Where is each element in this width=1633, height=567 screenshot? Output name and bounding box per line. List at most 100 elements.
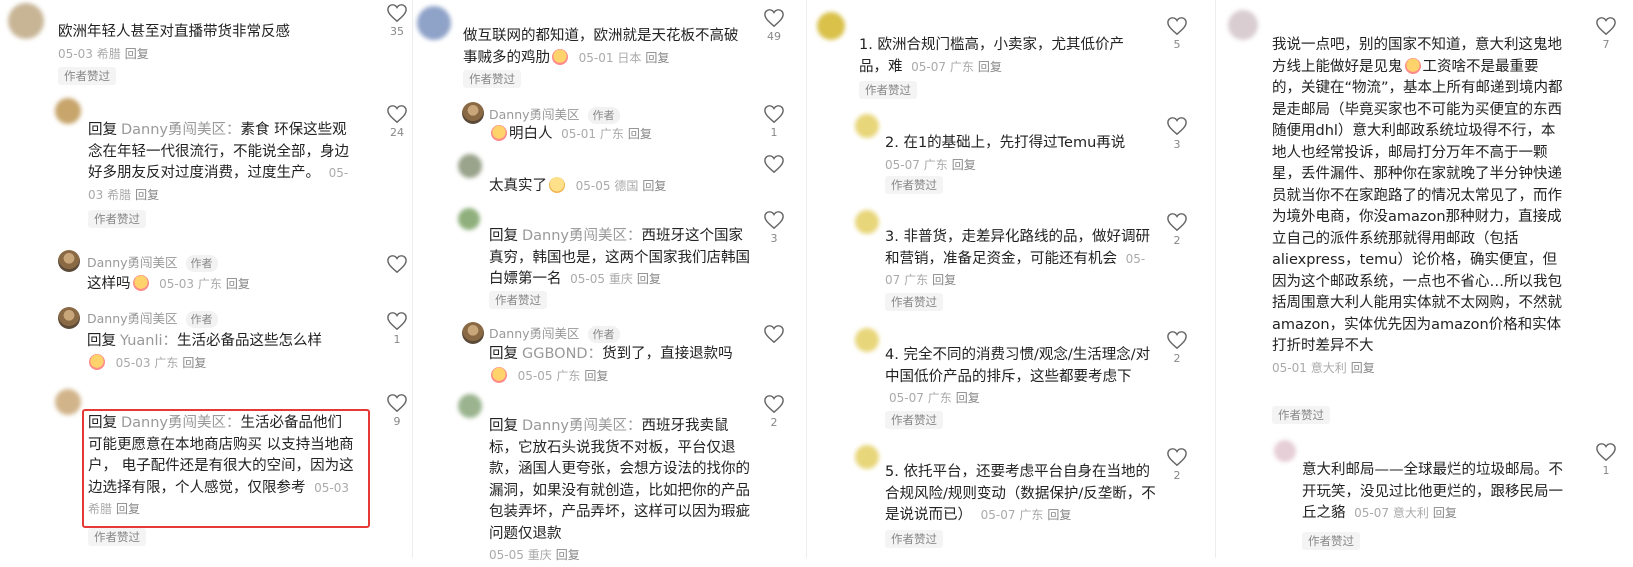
comment-text: 3. 非普货，走差异化路线的品，做好调研和营销，准备足资金，可能还有机会 05-… xyxy=(885,229,1150,287)
comment-column-2: 做互联网的都知道，欧洲就是天花板不高破事贼多的鸡肋 05-01 日本 回复 作者赞… xyxy=(413,0,806,562)
heart-icon xyxy=(764,9,784,28)
author-liked-badge: 作者赞过 xyxy=(88,528,146,546)
reply-link[interactable]: 回复 xyxy=(226,277,250,291)
like-button[interactable]: 2 xyxy=(1165,212,1189,247)
avatar[interactable] xyxy=(55,389,81,415)
avatar[interactable] xyxy=(855,328,879,352)
comment-item: 5. 依托平台，还要考虑平台自身在当地的合规风险/规则变动（数据保护/反垄断，不… xyxy=(807,441,1215,556)
like-count: 49 xyxy=(767,30,781,43)
reply-link[interactable]: 回复 xyxy=(125,47,149,61)
emoji-icon xyxy=(1404,57,1421,74)
avatar[interactable] xyxy=(458,208,480,230)
like-button[interactable]: 3 xyxy=(762,210,786,245)
like-button[interactable]: 2 xyxy=(762,394,786,429)
reply-link[interactable]: 回复 xyxy=(645,51,669,65)
username[interactable]: Danny勇闯美区 作者 xyxy=(87,252,218,272)
avatar[interactable] xyxy=(58,307,80,329)
like-button[interactable]: 5 xyxy=(1165,16,1189,51)
avatar[interactable] xyxy=(458,394,482,418)
heart-icon xyxy=(387,4,407,23)
avatar[interactable] xyxy=(462,102,484,124)
username[interactable]: Danny勇闯美区 作者 xyxy=(489,323,620,343)
comment-text: 太真实了 05-05 德国 回复 xyxy=(489,177,667,194)
reply-link[interactable]: 回复 xyxy=(584,369,608,383)
comment-text: 意大利邮局——全球最烂的垃圾邮局。不开玩笑，没见过比他更烂的，跟移民局一丘之貉 … xyxy=(1302,462,1563,521)
reply-to-user[interactable]: Danny勇闯美区： xyxy=(522,228,642,244)
like-button[interactable]: 35 xyxy=(385,3,409,38)
reply-to-user[interactable]: GGBOND： xyxy=(522,346,602,362)
comment-text: 回复 Danny勇闯美区：西班牙这个国家真穷，韩国也是，这两个国家我们店韩国白嫖第… xyxy=(489,228,750,287)
like-button[interactable]: 9 xyxy=(385,393,409,428)
reply-link[interactable]: 回复 xyxy=(135,188,159,202)
reply-link[interactable]: 回复 xyxy=(642,179,666,193)
like-button[interactable] xyxy=(762,154,786,174)
like-count: 1 xyxy=(770,126,778,139)
avatar[interactable] xyxy=(417,6,451,40)
avatar[interactable] xyxy=(855,114,879,138)
author-liked-badge: 作者赞过 xyxy=(1272,406,1330,424)
like-count: 7 xyxy=(1602,38,1610,51)
like-button[interactable]: 2 xyxy=(1165,447,1189,482)
like-button[interactable]: 1 xyxy=(1594,442,1618,477)
reply-to-user[interactable]: Danny勇闯美区： xyxy=(522,418,642,434)
comment-text: 4. 完全不同的消费习惯/观念/生活理念/对中国低价产品的排斥，这些都要考虑下 … xyxy=(885,347,1151,405)
heart-icon xyxy=(387,312,407,331)
reply-link[interactable]: 回复 xyxy=(637,272,661,286)
avatar[interactable] xyxy=(817,12,845,40)
heart-icon xyxy=(764,395,784,414)
avatar[interactable] xyxy=(8,3,44,39)
like-button[interactable]: 7 xyxy=(1594,16,1618,51)
avatar[interactable] xyxy=(458,154,482,178)
avatar[interactable] xyxy=(462,322,484,344)
like-button[interactable]: 24 xyxy=(385,104,409,139)
reply-link[interactable]: 回复 xyxy=(1433,506,1457,520)
author-tag: 作者 xyxy=(185,311,218,328)
reply-link[interactable]: 回复 xyxy=(1047,508,1071,522)
like-button[interactable]: 3 xyxy=(1165,116,1189,151)
avatar[interactable] xyxy=(855,210,879,234)
like-button[interactable] xyxy=(385,254,409,274)
avatar[interactable] xyxy=(1274,440,1296,462)
reply-link[interactable]: 回复 xyxy=(1351,361,1375,375)
reply-link[interactable]: 回复 xyxy=(952,158,976,172)
avatar[interactable] xyxy=(855,445,879,469)
avatar[interactable] xyxy=(55,98,81,124)
reply-link[interactable]: 回复 xyxy=(978,60,1002,74)
heart-icon xyxy=(387,105,407,124)
reply-link[interactable]: 回复 xyxy=(932,273,956,287)
reply-link[interactable]: 回复 xyxy=(628,127,652,141)
username[interactable]: Danny勇闯美区 作者 xyxy=(489,104,620,124)
avatar[interactable] xyxy=(1228,10,1258,40)
avatar[interactable] xyxy=(58,250,80,272)
username[interactable]: Danny勇闯美区 作者 xyxy=(87,308,218,328)
heart-icon xyxy=(1167,331,1187,350)
comment-text: 回复 Yuanli：生活必备品这些怎么样 05-03 广东 回复 xyxy=(87,333,323,370)
comment-item: 做互联网的都知道，欧洲就是天花板不高破事贼多的鸡肋 05-01 日本 回复 作者赞… xyxy=(413,0,806,90)
reply-link[interactable]: 回复 xyxy=(556,548,580,562)
like-count: 9 xyxy=(393,415,401,428)
like-button[interactable]: 1 xyxy=(762,104,786,139)
author-liked-badge: 作者赞过 xyxy=(885,530,943,548)
author-tag: 作者 xyxy=(185,255,218,272)
reply-link[interactable]: 回复 xyxy=(956,391,980,405)
comment-item: 3. 非普货，走差异化路线的品，做好调研和营销，准备足资金，可能还有机会 05-… xyxy=(807,206,1215,314)
comment-text: 做互联网的都知道，欧洲就是天花板不高破事贼多的鸡肋 05-01 日本 回复 xyxy=(463,28,739,66)
author-liked-badge: 作者赞过 xyxy=(489,291,547,309)
heart-icon xyxy=(1596,17,1616,36)
heart-icon xyxy=(387,255,407,274)
reply-link[interactable]: 回复 xyxy=(182,356,206,370)
like-button[interactable]: 2 xyxy=(1165,330,1189,365)
heart-icon xyxy=(1167,117,1187,136)
author-tag: 作者 xyxy=(587,107,620,124)
reply-to-user[interactable]: Danny勇闯美区： xyxy=(121,122,241,138)
comment-item: Danny勇闯美区 作者 明白人 05-01 广东 回复 1 xyxy=(413,100,806,148)
author-liked-badge: 作者赞过 xyxy=(885,293,943,311)
heart-icon xyxy=(764,211,784,230)
like-button[interactable] xyxy=(762,324,786,344)
emoji-icon xyxy=(132,275,149,291)
author-liked-badge: 作者赞过 xyxy=(885,411,943,429)
reply-to-user[interactable]: Yuanli： xyxy=(120,333,177,349)
like-count: 2 xyxy=(1173,469,1181,482)
like-button[interactable]: 49 xyxy=(762,8,786,43)
like-button[interactable]: 1 xyxy=(385,311,409,346)
